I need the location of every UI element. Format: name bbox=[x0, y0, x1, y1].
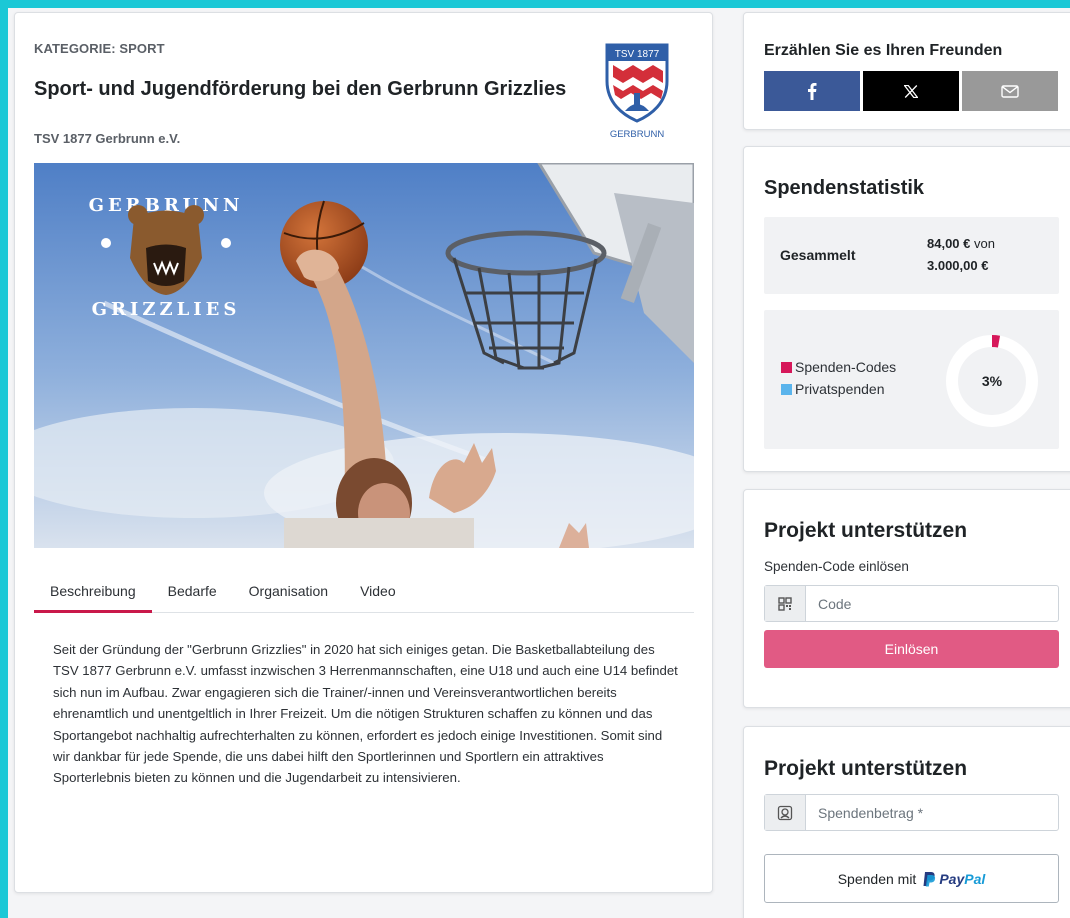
code-input[interactable] bbox=[806, 586, 1058, 621]
paypal-pal-text: Pal bbox=[964, 870, 986, 887]
project-description: Seit der Gründung der "Gerbrunn Grizzlie… bbox=[53, 642, 678, 786]
tab-beschreibung[interactable]: Beschreibung bbox=[34, 579, 152, 613]
legend-label-private: Privatspenden bbox=[795, 381, 885, 397]
facebook-share-button[interactable] bbox=[764, 71, 860, 111]
paypal-pay-text: Pay bbox=[939, 870, 965, 887]
coins-icon bbox=[765, 795, 806, 830]
qr-code-icon bbox=[765, 586, 806, 621]
logo-top-text: TSV 1877 bbox=[615, 49, 660, 60]
donut-progress-arc bbox=[991, 335, 1001, 348]
facebook-icon bbox=[808, 83, 817, 100]
progress-donut: 3% bbox=[946, 335, 1038, 427]
legend-label-codes: Spenden-Codes bbox=[795, 359, 897, 375]
paypal-logo: Pay Pal bbox=[922, 871, 985, 887]
logo-bottom-text: GERBRUNN bbox=[610, 129, 665, 140]
share-card: Erzählen Sie es Ihren Freunden bbox=[743, 12, 1070, 130]
project-category: KATEGORIE: SPORT bbox=[34, 41, 165, 56]
collected-box: Gesammelt 84,00 € von 3.000,00 € bbox=[764, 217, 1059, 294]
hero-image: GERBRUNN GRIZZLIES bbox=[34, 163, 694, 548]
redeem-code-card: Projekt unterstützen Spenden-Code einlös… bbox=[743, 489, 1070, 708]
organization-name[interactable]: TSV 1877 Gerbrunn e.V. bbox=[34, 131, 180, 146]
legend-swatch-private bbox=[781, 383, 792, 395]
legend-swatch-codes bbox=[781, 361, 792, 373]
redeem-button[interactable]: Einlösen bbox=[764, 630, 1059, 668]
redeem-field-label: Spenden-Code einlösen bbox=[764, 559, 909, 574]
x-share-button[interactable] bbox=[863, 71, 959, 111]
mail-share-button[interactable] bbox=[962, 71, 1058, 111]
club-logo: TSV 1877 GERBRUNN bbox=[605, 43, 669, 140]
redeem-title: Projekt unterstützen bbox=[764, 519, 968, 542]
donation-stats-card: Spendenstatistik Gesammelt 84,00 € von 3… bbox=[743, 146, 1070, 472]
share-title: Erzählen Sie es Ihren Freunden bbox=[764, 42, 1003, 59]
project-title: Sport- und Jugendförderung bei den Gerbr… bbox=[34, 78, 567, 100]
collected-amount: 84,00 € bbox=[927, 236, 971, 251]
tab-bedarfe[interactable]: Bedarfe bbox=[152, 579, 233, 613]
tab-organisation[interactable]: Organisation bbox=[233, 579, 344, 613]
donut-percent-label: 3% bbox=[982, 373, 1003, 389]
von-text: von bbox=[974, 236, 995, 251]
goal-amount: 3.000,00 € bbox=[927, 258, 989, 273]
project-tabs: Beschreibung Bedarfe Organisation Video bbox=[34, 579, 694, 613]
x-icon bbox=[904, 84, 918, 98]
chart-box: Spenden-Codes Privatspenden 3% bbox=[764, 310, 1059, 449]
legend-privatspenden: Privatspenden bbox=[781, 381, 885, 397]
code-input-group bbox=[764, 585, 1059, 622]
paypal-button-label: Spenden mit bbox=[837, 870, 917, 887]
legend-spenden-codes: Spenden-Codes bbox=[781, 359, 896, 375]
project-card: KATEGORIE: SPORT Sport- und Jugendförder… bbox=[14, 12, 713, 893]
paypal-button[interactable]: Spenden mit Pay Pal bbox=[764, 854, 1059, 903]
tab-video[interactable]: Video bbox=[344, 579, 412, 613]
collected-amount-text: 84,00 € von 3.000,00 € bbox=[927, 233, 995, 277]
amount-input-group bbox=[764, 794, 1059, 831]
amount-input[interactable] bbox=[806, 795, 1058, 830]
donate-card: Projekt unterstützen Spenden mit PayPal bbox=[743, 726, 1070, 918]
hero-logo-bottom-text: GRIZZLIES bbox=[92, 299, 241, 320]
donate-title: Projekt unterstützen bbox=[764, 757, 968, 780]
stats-title: Spendenstatistik bbox=[764, 177, 925, 199]
paypal-icon bbox=[923, 871, 936, 886]
collected-label: Gesammelt bbox=[780, 247, 856, 263]
mail-icon bbox=[1001, 84, 1019, 98]
